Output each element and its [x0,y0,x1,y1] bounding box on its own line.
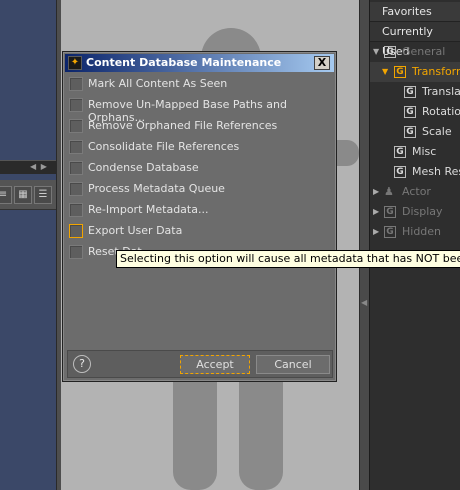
group-icon: G [384,46,396,58]
option-label: Remove Orphaned File References [88,119,278,132]
close-button[interactable]: X [314,56,330,70]
group-icon: G [404,126,416,138]
tree-item-rotation[interactable]: G Rotation [370,102,460,122]
option-label: Consolidate File References [88,140,240,153]
option-label: Mark All Content As Seen [88,77,228,90]
option-mark-all-content-as-seen[interactable]: Mark All Content As Seen [67,74,333,94]
tab-favorites[interactable]: Favorites [370,2,460,22]
checkbox[interactable] [69,203,83,217]
group-icon: G [384,206,396,218]
help-button[interactable]: ? [73,355,91,373]
tree-item-label: Mesh Res [412,165,460,178]
option-process-metadata-queue[interactable]: Process Metadata Queue [67,179,333,199]
checkbox[interactable] [69,245,83,259]
tooltip: Selecting this option will cause all met… [116,250,460,268]
tree-item-scale[interactable]: G Scale [370,122,460,142]
collapsed-arrow-icon[interactable]: ▶ [373,222,379,242]
option-remove-orphaned-file-references[interactable]: Remove Orphaned File References [67,116,333,136]
option-label: Export User Data [88,224,183,237]
dialog-title-bar[interactable]: ✦ Content Database Maintenance X [65,54,334,72]
option-consolidate-file-references[interactable]: Consolidate File References [67,137,333,157]
collapsed-arrow-icon[interactable]: ▶ [373,202,379,222]
group-icon: G [394,146,406,158]
checkbox[interactable] [69,77,83,91]
cancel-button[interactable]: Cancel [256,355,330,374]
scroll-arrows-icon[interactable]: ◀ ▶ [30,162,48,171]
expand-arrow-icon[interactable]: ▼ [382,62,388,82]
option-condense-database[interactable]: Condense Database [67,158,333,178]
tree-item-hidden[interactable]: ▶ G Hidden [370,222,460,242]
app-logo-icon: ✦ [68,56,82,70]
group-icon: G [384,226,396,238]
viewport-splitter[interactable] [359,0,369,490]
tree-item-general[interactable]: ▼ G General [370,42,460,62]
tree-item-actor[interactable]: ▶ ♟ Actor [370,182,460,202]
dialog-button-bar: ? Accept Cancel [67,350,333,378]
content-database-maintenance-dialog: ✦ Content Database Maintenance X Mark Al… [62,51,337,382]
expand-arrow-icon[interactable]: ▼ [373,42,379,62]
tree-item-label: Rotation [422,105,460,118]
checkbox[interactable] [69,182,83,196]
option-label: Process Metadata Queue [88,182,225,195]
collapse-arrow-icon[interactable]: ◀ [361,298,367,307]
dialog-title: Content Database Maintenance [86,56,282,69]
tree-item-mesh-resolution[interactable]: G Mesh Res [370,162,460,182]
accept-button[interactable]: Accept [180,355,250,374]
option-reimport-metadata[interactable]: Re-Import Metadata... [67,200,333,220]
checkbox[interactable] [69,98,83,112]
tree-item-label: Translat [422,85,460,98]
checkbox[interactable] [69,119,83,133]
left-toolbar: ≡ ▦ ☰ [0,180,56,210]
option-label: Re-Import Metadata... [88,203,209,216]
left-content-area [0,210,56,490]
tree-item-label: Actor [402,185,431,198]
group-icon: G [394,166,406,178]
tree-item-transforms[interactable]: ▼ G Transforms [370,62,460,82]
tree-item-label: Hidden [402,225,442,238]
parameters-panel: Favorites Currently Used ▼ G General ▼ G… [369,0,460,490]
tree-item-label: Transforms [412,65,460,78]
group-icon: G [404,106,416,118]
option-remove-unmapped-base-paths[interactable]: Remove Un-Mapped Base Paths and Orphans.… [67,95,333,124]
list-view-icon[interactable]: ≡ [0,186,12,204]
group-icon: G [394,66,406,78]
checkbox[interactable] [69,224,83,238]
tree-item-misc[interactable]: G Misc [370,142,460,162]
tree-item-label: Display [402,205,443,218]
tree-item-label: General [402,45,446,58]
grid-view-icon[interactable]: ▦ [14,186,32,204]
tree-item-label: Scale [422,125,452,138]
option-label: Condense Database [88,161,199,174]
tree-item-translate[interactable]: G Translat [370,82,460,102]
detail-view-icon[interactable]: ☰ [34,186,52,204]
tree-item-display[interactable]: ▶ G Display [370,202,460,222]
checkbox[interactable] [69,161,83,175]
collapsed-arrow-icon[interactable]: ▶ [373,182,379,202]
checkbox[interactable] [69,140,83,154]
tree-item-label: Misc [412,145,437,158]
option-export-user-data[interactable]: Export User Data [67,221,333,241]
group-icon: G [404,86,416,98]
actor-icon: ♟ [384,185,394,198]
tab-currently-used[interactable]: Currently Used [370,22,460,58]
